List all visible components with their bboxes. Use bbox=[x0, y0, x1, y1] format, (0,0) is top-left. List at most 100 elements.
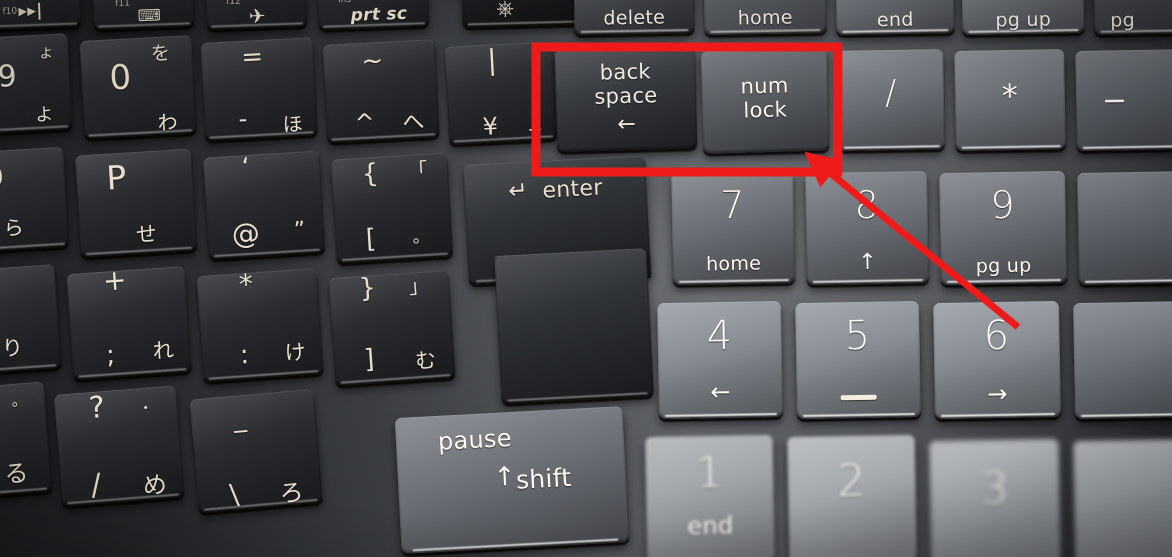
key-semicolon[interactable]: + ; れ bbox=[66, 266, 192, 380]
key-f12-fn: f12 bbox=[226, 0, 241, 8]
key-numpad-1-main: 1 bbox=[695, 447, 724, 498]
key-minus-tl: = bbox=[240, 41, 265, 73]
key-numpad-2-main: 2 bbox=[837, 455, 867, 508]
key-period[interactable]: > 。 る bbox=[0, 381, 53, 501]
key-numlock[interactable]: num lock bbox=[700, 48, 830, 154]
key-numpad-bottom-right[interactable] bbox=[1072, 438, 1172, 557]
key-numpad-minus-label: − bbox=[1101, 83, 1128, 119]
key-o[interactable]: O ら bbox=[0, 146, 69, 254]
key-backspace-line2: space bbox=[594, 83, 658, 109]
key-numlock-line2: lock bbox=[743, 97, 788, 123]
key-f10-fn: f10 bbox=[2, 6, 18, 18]
key-period-tr: 。 bbox=[10, 390, 28, 410]
key-period-br: る bbox=[3, 458, 30, 489]
key-at-br: ” bbox=[293, 217, 307, 243]
key-f12[interactable]: f12 ✈ bbox=[204, 0, 308, 30]
key-numpad-minus[interactable]: − bbox=[1075, 48, 1172, 152]
key-f10[interactable]: f10 ▸▸| bbox=[0, 0, 82, 30]
key-semicolon-br: れ bbox=[151, 337, 175, 363]
key-l[interactable]: L り bbox=[0, 264, 62, 376]
key-numpad-6[interactable]: 6 → bbox=[932, 300, 1062, 420]
key-numpad-8-sub: ↑ bbox=[858, 249, 878, 275]
key-backslash-bl: \ bbox=[228, 478, 241, 512]
key-bracketl-bl: [ bbox=[364, 224, 378, 256]
power-icon: ⎈ bbox=[496, 0, 515, 22]
key-power[interactable]: ⎈ bbox=[461, 0, 581, 28]
key-numpad-plus[interactable] bbox=[1077, 170, 1172, 286]
key-backslash[interactable]: _ \ ろ bbox=[189, 388, 323, 514]
key-slash-br: め bbox=[141, 469, 169, 500]
key-numpad-7-sub: home bbox=[705, 252, 762, 276]
key-numpad-8[interactable]: 8 ↑ bbox=[805, 170, 929, 286]
airplane-icon: ✈ bbox=[248, 3, 267, 28]
key-0-bl: 0 bbox=[108, 57, 133, 99]
key-bracket-right[interactable]: } ] 」 む bbox=[328, 269, 456, 387]
key-9[interactable]: ) 9 ょ よ bbox=[0, 33, 73, 135]
key-slash-tl: ? bbox=[87, 390, 107, 427]
key-backslash-br: ろ bbox=[278, 477, 305, 508]
key-yen-tl: | bbox=[486, 43, 498, 77]
key-numpad-9[interactable]: 9 pg up bbox=[939, 170, 1067, 286]
key-numpad-slash-label: / bbox=[884, 72, 898, 114]
keyboard-backlight-icon: ⌨ bbox=[137, 5, 162, 25]
key-slash[interactable]: ? / ・ め bbox=[53, 385, 185, 507]
key-backspace-arrow: ← bbox=[616, 111, 637, 137]
key-numpad-slash[interactable]: / bbox=[837, 49, 945, 151]
key-numpad-9-main: 9 bbox=[989, 182, 1016, 228]
key-minus[interactable]: = - ほ bbox=[200, 37, 318, 141]
key-colon-br: け bbox=[283, 339, 307, 365]
key-yen-br: _ bbox=[528, 105, 542, 132]
key-yen[interactable]: | ¥ _ bbox=[444, 41, 558, 145]
key-p[interactable]: P せ bbox=[74, 148, 198, 258]
key-delete-label: delete bbox=[603, 6, 666, 30]
key-numpad-3-main: 3 bbox=[980, 463, 1010, 516]
key-p-sub: せ bbox=[135, 221, 158, 247]
key-pgup-nav[interactable]: pg up bbox=[961, 0, 1085, 36]
key-print-screen[interactable]: ins prt sc bbox=[316, 0, 430, 30]
key-colon[interactable]: * : け bbox=[196, 267, 324, 383]
key-backslash-tl: _ bbox=[231, 402, 248, 434]
key-enter-lower[interactable] bbox=[494, 248, 654, 404]
key-at-bl: @ bbox=[230, 216, 262, 252]
key-home-nav[interactable]: home bbox=[703, 0, 827, 36]
key-colon-tl: * bbox=[237, 267, 255, 302]
key-0[interactable]: 0 を わ bbox=[79, 35, 197, 139]
key-bracket-left[interactable]: { [ 「 。 bbox=[330, 152, 454, 264]
key-numpad-5[interactable]: 5 bbox=[794, 300, 922, 420]
key-end-nav[interactable]: end bbox=[835, 0, 955, 36]
key-delete[interactable]: delete bbox=[573, 0, 695, 36]
key-numpad-3[interactable]: 3 bbox=[928, 438, 1062, 557]
key-at[interactable]: ‘ @ ” bbox=[202, 150, 326, 260]
key-numpad-6-sub: → bbox=[987, 379, 1009, 408]
next-track-icon: ▸▸| bbox=[18, 0, 44, 22]
key-f11-fn: f11 bbox=[115, 0, 131, 9]
keyboard-photo: f10 ▸▸| f11 ⌨ f12 ✈ ins prt sc ⎈ delete … bbox=[0, 0, 1172, 557]
key-backspace[interactable]: back space ← bbox=[554, 46, 698, 152]
key-end-label: end bbox=[876, 8, 914, 31]
key-numpad-right-edge[interactable] bbox=[1072, 300, 1172, 420]
key-colon-bl: : bbox=[239, 340, 251, 371]
key-bracketr-bl: ] bbox=[363, 344, 376, 376]
key-numpad-9-sub: pg up bbox=[975, 254, 1032, 278]
key-bracketl-tl: { bbox=[360, 158, 380, 190]
key-caret-tl: ~ bbox=[360, 45, 385, 77]
key-numpad-7-main: 7 bbox=[719, 182, 746, 228]
key-shift[interactable]: pause ↑ shift bbox=[394, 406, 630, 554]
key-numpad-star[interactable]: * bbox=[954, 49, 1066, 151]
key-numpad-star-label: * bbox=[1001, 76, 1019, 116]
key-caret[interactable]: ~ ^ へ bbox=[322, 39, 440, 143]
key-pgdn-nav[interactable]: pg bbox=[1093, 0, 1172, 35]
key-numpad-1-sub: end bbox=[687, 511, 734, 540]
key-numpad-4[interactable]: 4 ← bbox=[656, 300, 784, 420]
key-minus-bl: - bbox=[237, 104, 249, 133]
key-numpad-4-sub: ← bbox=[710, 377, 731, 406]
key-0-br: わ bbox=[156, 109, 179, 135]
key-f11[interactable]: f11 ⌨ bbox=[91, 0, 195, 30]
key-numpad-7[interactable]: 7 home bbox=[671, 170, 795, 286]
key-pause-label: pause bbox=[437, 423, 513, 456]
key-numpad-5-main: 5 bbox=[844, 312, 871, 360]
key-pgup-label: pg up bbox=[995, 8, 1052, 32]
key-bracketl-tr: 「 bbox=[406, 157, 429, 183]
key-numpad-1[interactable]: 1 end bbox=[644, 434, 776, 557]
key-numpad-2[interactable]: 2 bbox=[786, 434, 918, 557]
